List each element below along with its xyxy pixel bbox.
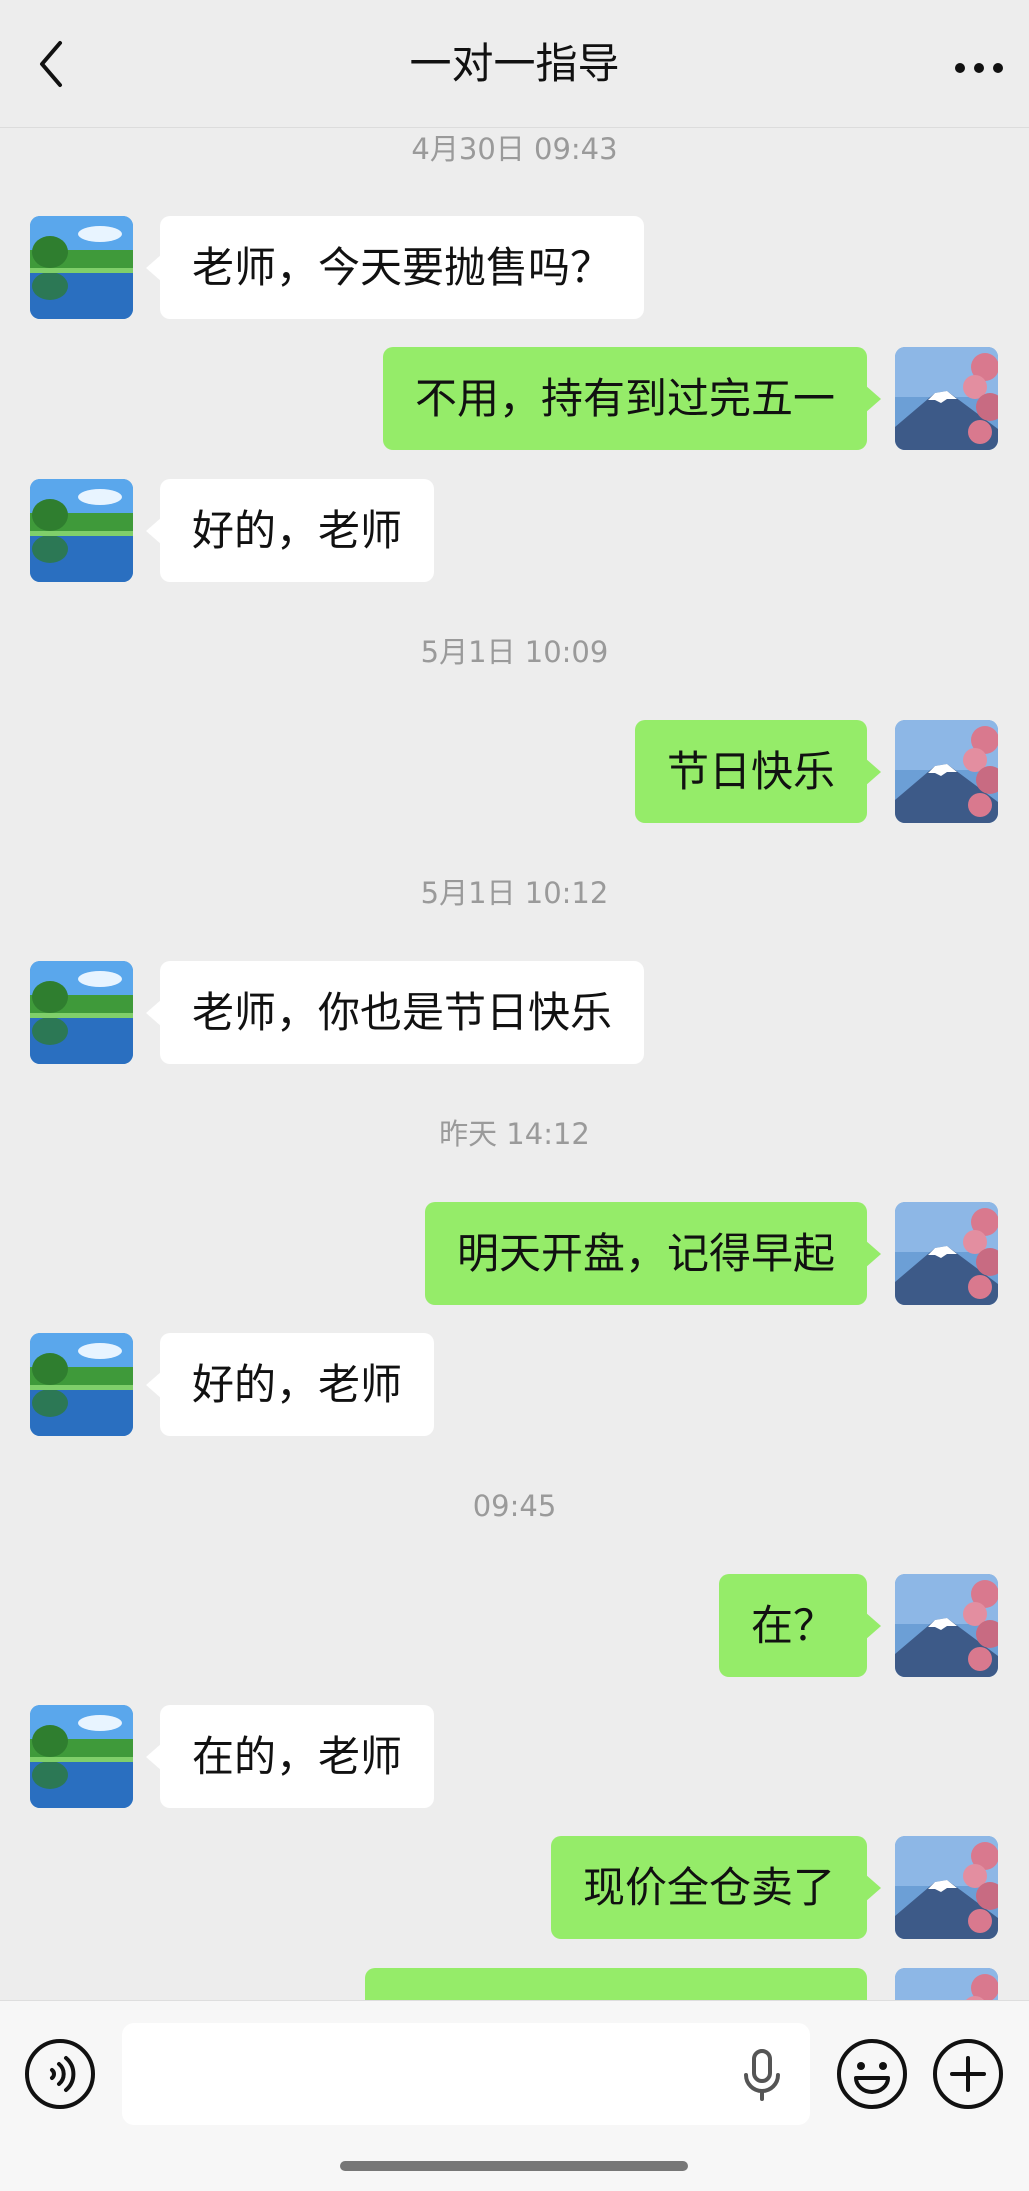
contact-avatar[interactable] <box>30 961 133 1064</box>
lake-landscape-image <box>30 216 133 319</box>
plus-icon <box>933 2039 1003 2109</box>
more-button[interactable] <box>951 40 1007 96</box>
my-avatar[interactable] <box>895 347 998 450</box>
message-bubble-sent[interactable]: 现价全仓卖了 <box>550 1836 882 1939</box>
chat-header: 一对一指导 <box>0 0 1029 128</box>
my-avatar[interactable] <box>895 1836 998 1939</box>
contact-avatar[interactable] <box>30 1705 133 1808</box>
emoji-button[interactable] <box>836 2038 908 2110</box>
message-bubble-sent[interactable] <box>365 1968 867 2000</box>
my-avatar[interactable] <box>895 1574 998 1677</box>
message-bubble-sent[interactable]: 节日快乐 <box>634 720 882 823</box>
my-avatar[interactable] <box>895 1968 998 2000</box>
voice-icon <box>25 2039 95 2109</box>
more-functions-button[interactable] <box>932 2038 1004 2110</box>
mountain-blossom-image <box>895 1574 998 1677</box>
message-bubble-received[interactable]: 在的，老师 <box>145 1705 435 1808</box>
mountain-blossom-image <box>895 347 998 450</box>
lake-landscape-image <box>30 1705 133 1808</box>
message-list[interactable]: 4月30日 09:43 老师，今天要抛售吗？ 不用，持有到过完五一 好的，老师 … <box>0 128 1029 2000</box>
contact-avatar[interactable] <box>30 479 133 582</box>
home-indicator[interactable] <box>340 2161 688 2171</box>
message-bubble-received[interactable]: 好的，老师 <box>145 479 435 582</box>
message-bubble-received[interactable]: 老师，今天要抛售吗？ <box>145 216 645 319</box>
lake-landscape-image <box>30 1333 133 1436</box>
lake-landscape-image <box>30 961 133 1064</box>
message-bubble-sent[interactable]: 明天开盘，记得早起 <box>424 1202 882 1305</box>
voice-button[interactable] <box>24 2038 96 2110</box>
lake-landscape-image <box>30 479 133 582</box>
message-bubble-received[interactable]: 老师，你也是节日快乐 <box>145 961 645 1064</box>
emoji-icon <box>837 2039 907 2109</box>
microphone-button[interactable] <box>738 2047 786 2103</box>
input-bar <box>0 2000 1029 2191</box>
message-input[interactable] <box>122 2023 810 2125</box>
mountain-blossom-image <box>895 720 998 823</box>
message-bubble-received[interactable]: 好的，老师 <box>145 1333 435 1436</box>
timestamp: 昨天 14:12 <box>439 1117 590 1151</box>
mountain-blossom-image <box>895 1202 998 1305</box>
contact-avatar[interactable] <box>30 216 133 319</box>
mountain-blossom-image <box>895 1836 998 1939</box>
timestamp: 4月30日 09:43 <box>411 132 618 166</box>
chat-title: 一对一指导 <box>409 39 620 88</box>
microphone-icon <box>744 2049 780 2101</box>
message-bubble-sent[interactable]: 不用，持有到过完五一 <box>382 347 882 450</box>
my-avatar[interactable] <box>895 1202 998 1305</box>
more-dots-icon <box>955 63 1003 73</box>
message-bubble-sent[interactable]: 在？ <box>718 1574 882 1677</box>
timestamp: 09:45 <box>472 1489 557 1523</box>
my-avatar[interactable] <box>895 720 998 823</box>
mountain-blossom-image <box>895 1968 998 2000</box>
timestamp: 5月1日 10:09 <box>420 635 609 669</box>
timestamp: 5月1日 10:12 <box>420 876 609 910</box>
contact-avatar[interactable] <box>30 1333 133 1436</box>
